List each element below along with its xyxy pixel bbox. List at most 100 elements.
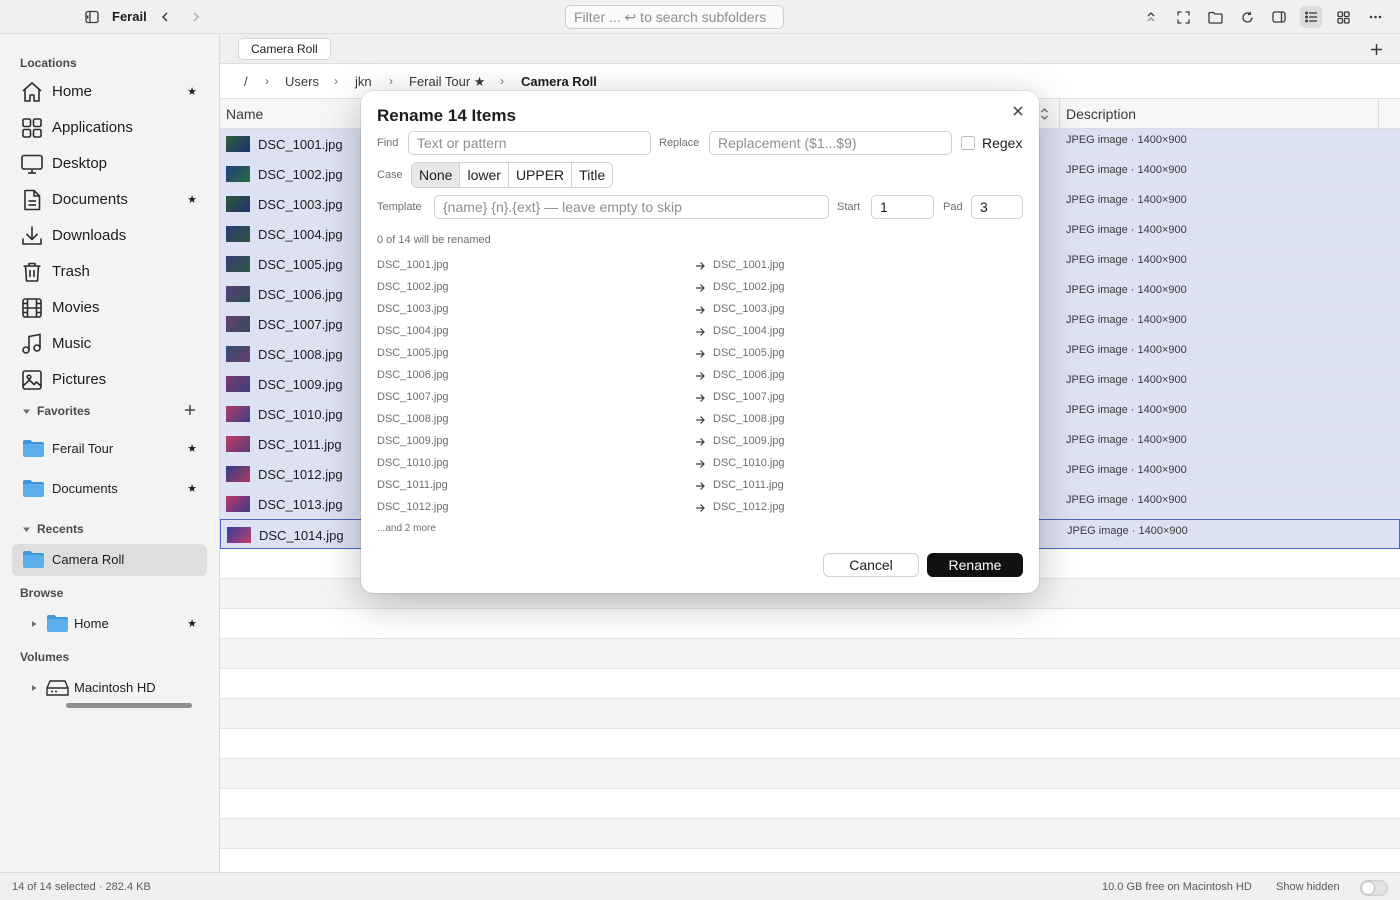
star-icon[interactable]: ★ bbox=[187, 617, 197, 630]
breadcrumb-ferail-tour[interactable]: Ferail Tour ★ bbox=[409, 74, 485, 90]
file-name: DSC_1003.jpg bbox=[258, 197, 343, 212]
sidebar-item-music[interactable]: Music bbox=[12, 328, 207, 360]
star-icon[interactable]: ★ bbox=[187, 85, 197, 98]
new-name: DSC_1012.jpg bbox=[713, 501, 785, 513]
chevron-down-icon[interactable] bbox=[22, 525, 31, 534]
preview-row: DSC_1012.jpg DSC_1012.jpg bbox=[377, 497, 1017, 519]
file-description: JPEG image · 1400×900 bbox=[1067, 525, 1188, 537]
empty-row bbox=[220, 699, 1400, 729]
sort-icon[interactable] bbox=[1040, 107, 1049, 121]
breadcrumb-jkn[interactable]: jkn bbox=[355, 74, 372, 89]
applications-icon bbox=[22, 118, 42, 138]
case-option-lower[interactable]: lower bbox=[460, 163, 509, 187]
sidebar-item-applications[interactable]: Applications bbox=[12, 112, 207, 144]
sidebar-item-label: Macintosh HD bbox=[74, 680, 156, 695]
file-description: JPEG image · 1400×900 bbox=[1066, 464, 1187, 476]
file-name: DSC_1001.jpg bbox=[258, 137, 343, 152]
sidebar-item-label: Downloads bbox=[52, 227, 127, 244]
regex-checkbox[interactable] bbox=[961, 136, 975, 150]
fullscreen-button[interactable] bbox=[1172, 6, 1194, 28]
case-option-title[interactable]: Title bbox=[572, 163, 612, 187]
column-name[interactable]: Name bbox=[226, 106, 263, 122]
sidebar-toggle-button[interactable] bbox=[81, 6, 103, 28]
close-icon[interactable] bbox=[1012, 105, 1024, 117]
volume-item-macintosh-hd[interactable]: Macintosh HD bbox=[36, 672, 207, 704]
star-icon[interactable]: ★ bbox=[187, 482, 197, 495]
arrow-right-icon bbox=[696, 416, 705, 424]
arrow-right-icon bbox=[696, 350, 705, 358]
image-thumbnail bbox=[226, 316, 250, 332]
sidebar-item-movies[interactable]: Movies bbox=[12, 292, 207, 324]
sidebar-item-label: Trash bbox=[52, 263, 90, 280]
new-tab-icon[interactable] bbox=[1370, 43, 1383, 56]
preview-pane-button[interactable] bbox=[1268, 6, 1290, 28]
arrow-right-icon bbox=[696, 460, 705, 468]
sidebar-item-label: Ferail Tour bbox=[52, 441, 114, 456]
file-description: JPEG image · 1400×900 bbox=[1066, 134, 1187, 146]
list-view-button[interactable] bbox=[1300, 6, 1322, 28]
forward-button[interactable] bbox=[185, 6, 207, 28]
sidebar-item-label: Home bbox=[52, 83, 93, 100]
pad-input[interactable]: 3 bbox=[971, 195, 1023, 219]
arrow-right-icon bbox=[696, 482, 705, 490]
template-input[interactable]: {name} {n}.{ext} — leave empty to skip bbox=[434, 195, 829, 219]
show-hidden-toggle[interactable] bbox=[1360, 880, 1388, 896]
add-favorite-icon[interactable] bbox=[184, 404, 196, 416]
case-segmented-control: None lower UPPER Title bbox=[411, 162, 614, 188]
preview-row: DSC_1008.jpg DSC_1008.jpg bbox=[377, 409, 1017, 431]
breadcrumb-root[interactable]: / bbox=[244, 74, 248, 89]
file-description: JPEG image · 1400×900 bbox=[1066, 224, 1187, 236]
more-button[interactable] bbox=[1364, 6, 1386, 28]
sidebar-item-camera-roll[interactable]: Camera Roll bbox=[12, 544, 207, 576]
sidebar-item-documents-favorite[interactable]: Documents ★ bbox=[12, 473, 207, 505]
column-divider[interactable] bbox=[1059, 99, 1060, 129]
breadcrumb-users[interactable]: Users bbox=[285, 74, 319, 89]
breadcrumb-camera-roll[interactable]: Camera Roll bbox=[521, 74, 597, 89]
sidebar-item-pictures[interactable]: Pictures bbox=[12, 364, 207, 396]
sidebar-item-trash[interactable]: Trash bbox=[12, 256, 207, 288]
file-name: DSC_1006.jpg bbox=[258, 287, 343, 302]
sidebar-scrollbar[interactable] bbox=[66, 703, 192, 708]
sidebar-item-downloads[interactable]: Downloads bbox=[12, 220, 207, 252]
refresh-button[interactable] bbox=[1236, 6, 1258, 28]
home-icon bbox=[22, 82, 42, 102]
star-icon[interactable]: ★ bbox=[187, 193, 197, 206]
column-description[interactable]: Description bbox=[1066, 106, 1136, 122]
ellipsis-icon bbox=[1369, 15, 1381, 19]
preview-row: DSC_1004.jpg DSC_1004.jpg bbox=[377, 321, 1017, 343]
dialog-title: Rename 14 Items bbox=[377, 106, 516, 125]
image-thumbnail bbox=[226, 166, 250, 182]
list-icon bbox=[1304, 11, 1317, 23]
rename-button[interactable]: Rename bbox=[927, 553, 1023, 577]
new-folder-button[interactable] bbox=[1204, 6, 1226, 28]
image-thumbnail bbox=[227, 527, 251, 543]
regex-label: Regex bbox=[982, 135, 1023, 151]
grid-view-button[interactable] bbox=[1332, 6, 1354, 28]
original-name: DSC_1007.jpg bbox=[377, 391, 449, 403]
preview-row: DSC_1006.jpg DSC_1006.jpg bbox=[377, 365, 1017, 387]
sidebar-item-desktop[interactable]: Desktop bbox=[12, 148, 207, 180]
find-label: Find bbox=[377, 137, 399, 149]
selection-summary: 14 of 14 selected · 282.4 KB bbox=[12, 881, 151, 893]
sidebar-item-ferail-tour[interactable]: Ferail Tour ★ bbox=[12, 433, 207, 465]
show-hidden-label: Show hidden bbox=[1276, 881, 1340, 893]
start-input[interactable]: 1 bbox=[871, 195, 934, 219]
back-button[interactable] bbox=[154, 6, 176, 28]
file-description: JPEG image · 1400×900 bbox=[1066, 194, 1187, 206]
case-option-upper[interactable]: UPPER bbox=[509, 163, 573, 187]
cancel-button[interactable]: Cancel bbox=[823, 553, 919, 577]
star-icon[interactable]: ★ bbox=[187, 442, 197, 455]
filter-input[interactable]: Filter ... ↩ to search subfolders bbox=[565, 5, 784, 29]
replace-input[interactable]: Replacement ($1...$9) bbox=[709, 131, 952, 155]
recents-header: Recents bbox=[37, 522, 84, 536]
sidebar-item-documents[interactable]: Documents ★ bbox=[12, 184, 207, 216]
chevron-down-icon[interactable] bbox=[22, 407, 31, 416]
column-divider[interactable] bbox=[1378, 99, 1379, 129]
find-input[interactable]: Text or pattern bbox=[408, 131, 651, 155]
browse-item-home[interactable]: Home ★ bbox=[36, 608, 207, 640]
tab-camera-roll[interactable]: Camera Roll bbox=[238, 38, 331, 60]
image-thumbnail bbox=[226, 286, 250, 302]
case-option-none[interactable]: None bbox=[412, 163, 461, 187]
parent-folder-button[interactable] bbox=[1140, 6, 1162, 28]
sidebar-item-home[interactable]: Home ★ bbox=[12, 76, 207, 108]
